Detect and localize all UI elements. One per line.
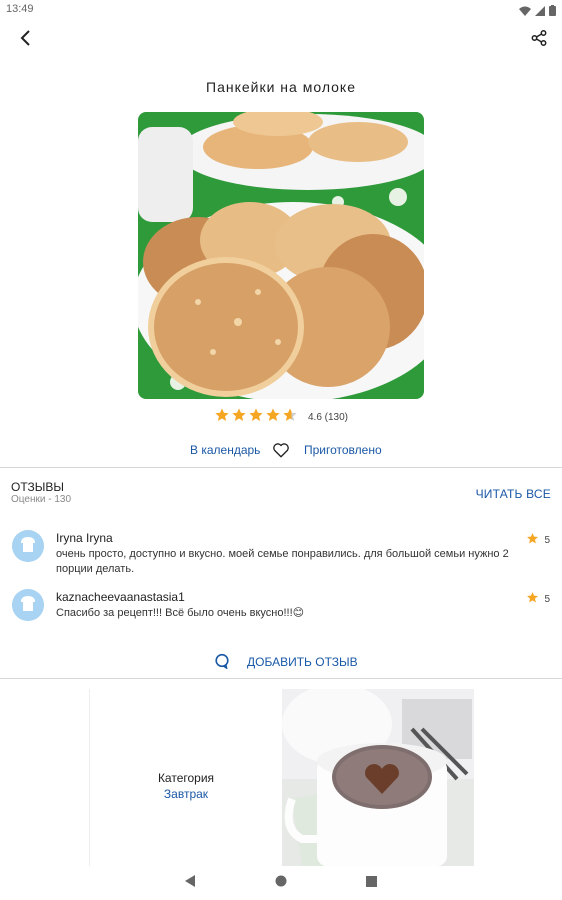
star-icon — [526, 591, 539, 607]
category-card[interactable]: Категория Завтрак — [89, 689, 474, 866]
add-to-calendar-button[interactable]: В календарь — [190, 443, 260, 457]
star-icon — [231, 407, 247, 428]
review-text: Спасибо за рецепт!!! Всё было очень вкус… — [56, 607, 305, 619]
favorite-button[interactable] — [272, 441, 290, 459]
comment-icon — [214, 653, 230, 670]
nav-home-icon — [275, 874, 287, 892]
system-nav-bar — [0, 866, 562, 900]
heart-icon — [272, 443, 290, 463]
review-score-value: 5 — [544, 593, 550, 605]
nav-back-button[interactable] — [182, 875, 198, 891]
add-review-label: ДОБАВИТЬ ОТЗЫВ — [247, 655, 358, 669]
category-label: Категория — [157, 771, 215, 785]
review-author: Iryna Iryna — [56, 531, 113, 545]
wifi-icon — [519, 3, 531, 21]
star-icon — [265, 407, 281, 428]
recipe-title: Панкейки на молоке — [206, 79, 356, 95]
review-author: kaznacheevaanastasia1 — [56, 590, 185, 604]
reviews-title: ОТЗЫВЫ — [11, 480, 65, 494]
read-all-reviews-button[interactable]: ЧИТАТЬ ВСЕ — [476, 487, 551, 501]
recipe-image — [138, 112, 424, 399]
nav-recents-button[interactable] — [363, 875, 379, 891]
signal-icon — [535, 3, 545, 21]
category-image — [282, 689, 474, 866]
star-icon — [526, 532, 539, 548]
mark-cooked-button[interactable]: Приготовлено — [304, 443, 382, 457]
status-bar: 13:49 — [0, 0, 562, 20]
star-icon — [248, 407, 264, 428]
nav-back-icon — [184, 874, 196, 892]
chevron-left-icon — [19, 29, 33, 51]
avatar — [12, 530, 44, 562]
rating-stars — [214, 407, 298, 428]
divider — [0, 467, 562, 468]
category-value-link[interactable]: Завтрак — [90, 787, 282, 801]
avatar — [12, 589, 44, 621]
status-icons — [519, 3, 556, 21]
star-icon — [282, 407, 298, 428]
category-info: Категория Завтрак — [90, 771, 282, 801]
review-score: 5 — [526, 532, 550, 548]
back-button[interactable] — [8, 22, 44, 58]
review-score: 5 — [526, 591, 550, 607]
battery-icon — [549, 3, 556, 21]
reviews-count: Оценки - 130 — [11, 494, 72, 505]
review-score-value: 5 — [544, 534, 550, 546]
nav-recents-icon — [365, 874, 377, 892]
star-icon — [214, 407, 230, 428]
app-bar — [0, 20, 562, 60]
recipe-actions: В календарь Приготовлено — [0, 440, 562, 460]
add-review-button[interactable]: ДОБАВИТЬ ОТЗЫВ — [0, 652, 562, 672]
status-time: 13:49 — [6, 3, 34, 15]
divider — [0, 678, 562, 679]
review-text: очень просто, доступно и вкусно. моей се… — [56, 548, 509, 575]
rating-row: 4.6 (130) — [0, 407, 562, 428]
share-button[interactable] — [521, 22, 557, 58]
nav-home-button[interactable] — [273, 875, 289, 891]
share-icon — [531, 29, 547, 51]
rating-text: 4.6 (130) — [307, 412, 349, 423]
